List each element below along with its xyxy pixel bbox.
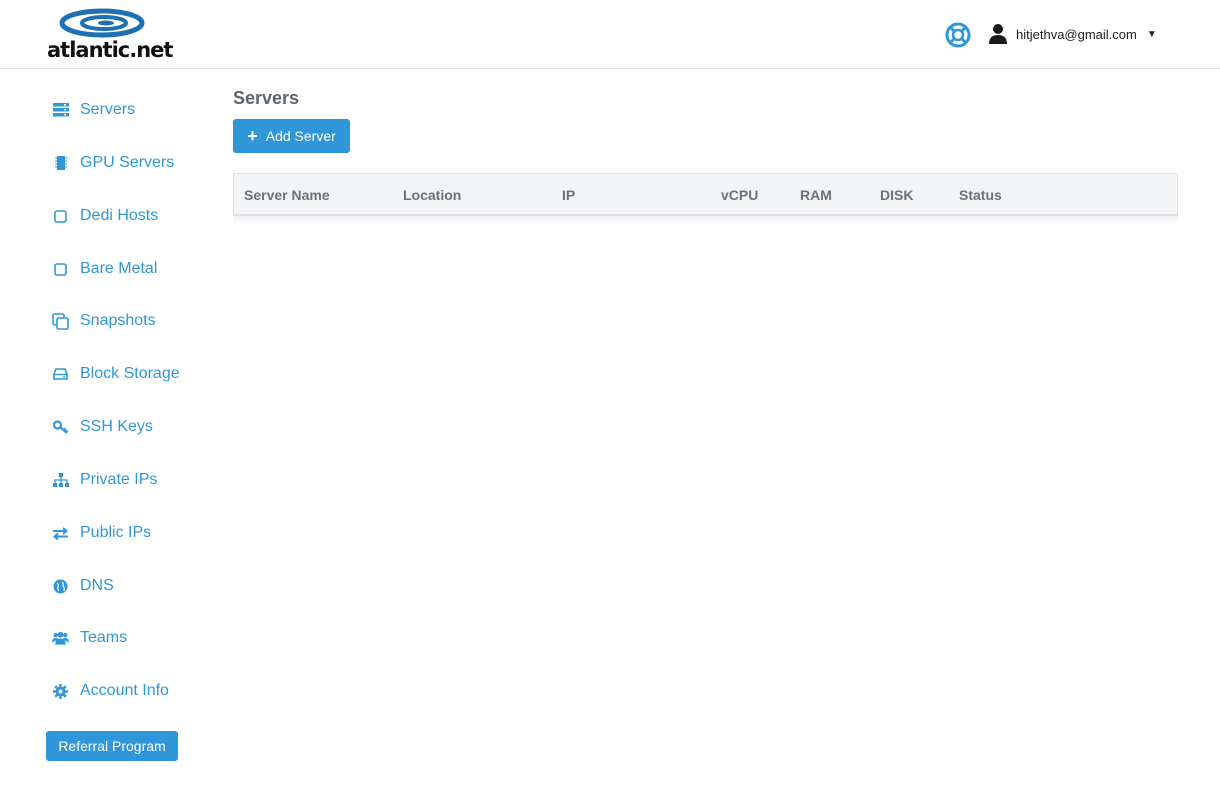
logo-text: atlantic.net bbox=[47, 38, 173, 62]
atlantic-net-logo[interactable]: atlantic.net bbox=[46, 8, 173, 62]
logo-swirl-icon bbox=[59, 8, 145, 38]
sidebar-item-label: Block Storage bbox=[80, 365, 180, 382]
gpu-chip-icon bbox=[52, 155, 69, 172]
top-header: atlantic.net hitjethva@gmail.com ▼ bbox=[0, 0, 1220, 69]
column-header-status[interactable]: Status bbox=[959, 174, 1002, 215]
sidebar-item-account-info[interactable]: Account Info bbox=[52, 677, 169, 705]
sidebar-item-label: Account Info bbox=[80, 682, 169, 699]
page-title: Servers bbox=[233, 88, 300, 108]
column-header-server-name[interactable]: Server Name bbox=[244, 174, 330, 215]
help-button[interactable] bbox=[945, 22, 971, 48]
sidebar-item-label: DNS bbox=[80, 577, 114, 594]
add-server-label: Add Server bbox=[265, 128, 336, 144]
sidebar-item-label: GPU Servers bbox=[80, 154, 175, 171]
table-body-empty bbox=[233, 216, 1178, 224]
globe-icon bbox=[52, 578, 69, 595]
sidebar-item-dns[interactable]: DNS bbox=[52, 572, 114, 600]
sidebar-item-label: SSH Keys bbox=[80, 418, 153, 435]
hard-drive-icon bbox=[52, 366, 69, 383]
copy-icon bbox=[52, 312, 69, 330]
column-header-location[interactable]: Location bbox=[403, 174, 461, 215]
column-header-ip[interactable]: IP bbox=[562, 174, 575, 215]
sidebar-item-label: Bare Metal bbox=[80, 260, 158, 277]
sidebar-item-label: Servers bbox=[80, 101, 136, 118]
sidebar-item-label: Public IPs bbox=[80, 524, 152, 541]
sidebar-item-label: Snapshots bbox=[80, 312, 156, 329]
column-header-vcpu[interactable]: vCPU bbox=[721, 174, 758, 215]
servers-table: Server Name Location IP vCPU RAM DISK St… bbox=[233, 173, 1178, 216]
sidebar-item-private-ips[interactable]: Private IPs bbox=[52, 466, 157, 494]
caret-down-icon: ▼ bbox=[1146, 28, 1157, 40]
sidebar-item-dedi-hosts[interactable]: Dedi Hosts bbox=[52, 202, 158, 230]
square-icon bbox=[52, 261, 69, 278]
lifebuoy-icon bbox=[945, 22, 971, 48]
sidebar-item-block-storage[interactable]: Block Storage bbox=[52, 360, 180, 388]
user-icon bbox=[989, 24, 1007, 44]
exchange-icon bbox=[52, 525, 69, 542]
servers-icon bbox=[52, 102, 69, 119]
gear-icon bbox=[52, 683, 69, 700]
sidebar-item-label: Dedi Hosts bbox=[80, 207, 159, 224]
sidebar-item-bare-metal[interactable]: Bare Metal bbox=[52, 255, 157, 283]
key-icon bbox=[52, 419, 69, 436]
sidebar: Servers GPU Servers Dedi Hosts Bare Meta… bbox=[0, 70, 215, 796]
user-menu[interactable]: hitjethva@gmail.com ▼ bbox=[988, 22, 1157, 46]
user-email: hitjethva@gmail.com bbox=[1016, 26, 1137, 42]
sidebar-item-ssh-keys[interactable]: SSH Keys bbox=[52, 413, 153, 441]
sidebar-item-snapshots[interactable]: Snapshots bbox=[52, 307, 156, 335]
sidebar-item-teams[interactable]: Teams bbox=[52, 624, 127, 652]
sitemap-icon bbox=[52, 472, 69, 489]
users-icon bbox=[52, 630, 69, 647]
square-icon bbox=[52, 208, 69, 225]
sidebar-item-label: Teams bbox=[80, 629, 128, 646]
sidebar-item-public-ips[interactable]: Public IPs bbox=[52, 519, 151, 547]
plus-icon: + bbox=[247, 126, 258, 146]
column-header-ram[interactable]: RAM bbox=[800, 174, 832, 215]
sidebar-item-servers[interactable]: Servers bbox=[52, 96, 135, 124]
column-header-disk[interactable]: DISK bbox=[880, 174, 913, 215]
referral-program-button[interactable]: Referral Program bbox=[46, 731, 178, 761]
add-server-button[interactable]: + Add Server bbox=[233, 119, 350, 153]
sidebar-item-gpu-servers[interactable]: GPU Servers bbox=[52, 149, 174, 177]
sidebar-item-label: Private IPs bbox=[80, 471, 158, 488]
